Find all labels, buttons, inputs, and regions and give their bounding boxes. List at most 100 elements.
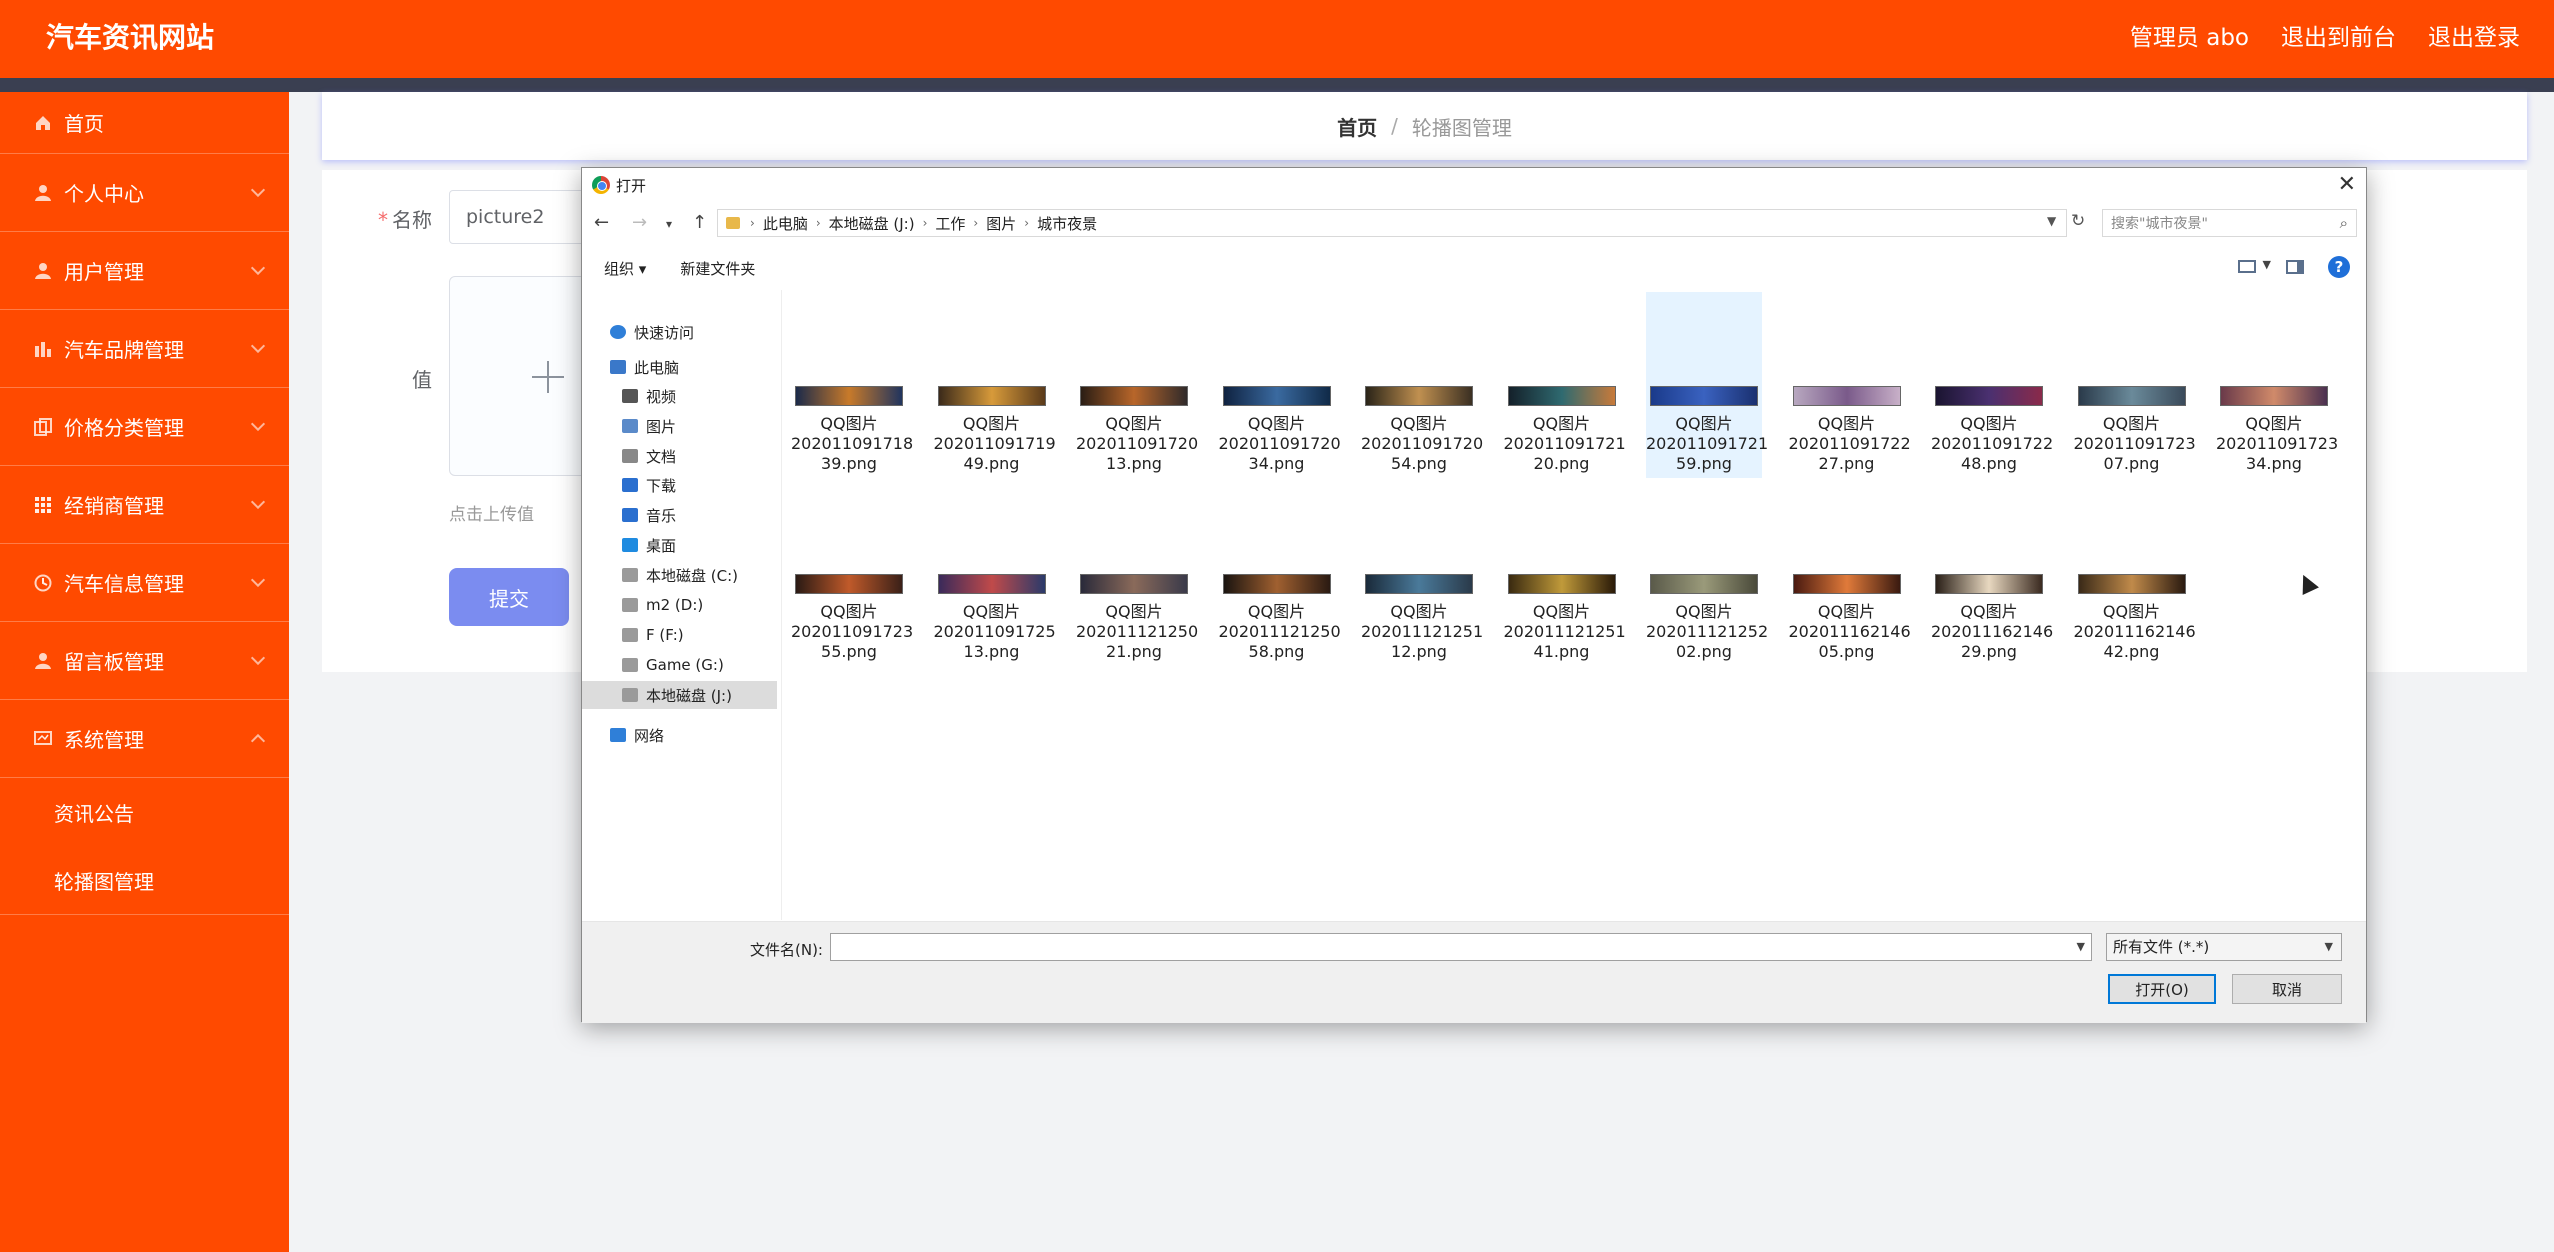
sidebar-item-home[interactable]: 首页 [0,92,289,154]
file-item[interactable]: QQ图片 202011162146 42.png [2074,480,2196,666]
file-name-text: 202011162146 [1788,622,1911,641]
file-thumbnail [1935,386,2043,406]
file-item[interactable]: QQ图片 202011121250 21.png [1076,480,1198,666]
nav-item[interactable]: 文档 [622,442,676,470]
drive-icon [622,658,638,672]
nav-item[interactable]: m2 (D:) [622,591,703,619]
address-crumb[interactable]: 本地磁盘 (J:) [829,213,915,234]
bars-icon [32,338,54,360]
file-item[interactable]: QQ图片 202011162146 05.png [1788,480,1911,666]
file-name-text: 202011091722 [1788,434,1911,453]
sidebar-subitem-news[interactable]: 资讯公告 [0,778,289,846]
chevron-down-icon[interactable]: ▼ [2047,214,2056,228]
file-item[interactable]: QQ图片 202011091721 59.png [1646,292,1768,478]
sidebar-item-car-info[interactable]: 汽车信息管理 [0,544,289,622]
exit-to-frontend-link[interactable]: 退出到前台 [2281,18,2396,58]
close-icon[interactable]: ✕ [2338,172,2356,197]
nav-item[interactable]: 下载 [622,471,676,499]
submit-button[interactable]: 提交 [449,568,569,626]
file-item[interactable]: QQ图片 202011091720 54.png [1361,292,1483,478]
file-item[interactable]: QQ图片 202011091722 27.png [1788,292,1911,478]
nav-item[interactable]: 桌面 [622,531,676,559]
sidebar-item-price-category[interactable]: 价格分类管理 [0,388,289,466]
view-mode-icon[interactable] [2238,260,2256,273]
chevron-down-icon[interactable]: ▼ [2077,940,2085,953]
file-item[interactable]: QQ图片 202011162146 29.png [1931,480,2053,666]
nav-item-label: 下载 [646,476,677,495]
name-input[interactable]: picture2 [449,190,589,244]
help-icon[interactable]: ? [2328,256,2350,278]
back-arrow-icon[interactable]: ← [594,212,609,233]
file-item[interactable]: QQ图片 202011121251 12.png [1361,480,1483,666]
file-item[interactable]: QQ图片 202011091718 39.png [791,292,913,478]
sidebar-item-brand-management[interactable]: 汽车品牌管理 [0,310,289,388]
new-folder-button[interactable]: 新建文件夹 [680,258,755,279]
organize-button[interactable]: 组织 ▾ [604,258,646,279]
file-thumbnail [1080,574,1188,594]
file-name-text: 59.png [1676,454,1732,473]
file-name-text: QQ图片 [1105,414,1163,433]
file-item[interactable]: QQ图片 202011091723 34.png [2216,292,2338,478]
file-item[interactable]: QQ图片 202011091722 48.png [1931,292,2053,478]
top-header: 汽车资讯网站 管理员 abo 退出到前台 退出登录 [0,0,2554,78]
file-item[interactable]: QQ图片 202011121250 58.png [1219,480,1341,666]
address-crumb[interactable]: 城市夜景 [1037,213,1097,234]
search-input[interactable]: 搜索"城市夜景" ⌕ [2102,209,2357,237]
nav-item[interactable]: 图片 [622,412,676,440]
forward-arrow-icon[interactable]: → [632,212,647,233]
file-item[interactable]: QQ图片 202011121251 41.png [1504,480,1626,666]
address-crumb[interactable]: 此电脑 [763,213,808,234]
nav-item[interactable]: F (F:) [622,621,684,649]
breadcrumb-home[interactable]: 首页 [1337,112,1377,141]
file-item[interactable]: QQ图片 202011091723 07.png [2074,292,2196,478]
file-list: QQ图片 202011091718 39.png QQ图片 202011091719 49… [782,290,2362,920]
file-name-text: 27.png [1818,454,1875,473]
address-bar[interactable]: › 此电脑 › 本地磁盘 (J:) › 工作 › 图片 › 城市夜景 [717,209,2067,237]
preview-pane-icon[interactable] [2286,260,2304,274]
nav-item[interactable]: 网络 [610,721,664,749]
nav-item[interactable]: 本地磁盘 (C:) [622,561,738,589]
filename-input[interactable]: ▼ [830,933,2092,961]
nav-item[interactable]: 音乐 [622,501,676,529]
sidebar-item-dealer-management[interactable]: 经销商管理 [0,466,289,544]
cancel-button[interactable]: 取消 [2232,974,2342,1004]
nav-item[interactable]: Game (G:) [622,651,724,679]
sidebar-item-system-management[interactable]: 系统管理 [0,700,289,778]
file-item[interactable]: QQ图片 202011091720 13.png [1076,292,1198,478]
file-thumbnail [1222,574,1331,594]
chevron-down-icon[interactable]: ▼ [2263,258,2271,271]
nav-item[interactable]: 视频 [622,382,676,410]
file-item[interactable]: QQ图片 202011121252 02.png [1646,480,1768,666]
sidebar-item-personal-center[interactable]: 个人中心 [0,154,289,232]
sidebar-item-user-management[interactable]: 用户管理 [0,232,289,310]
sidebar-item-label: 汽车信息管理 [64,572,184,596]
nav-item[interactable]: 本地磁盘 (J:) [582,681,777,709]
sidebar-subitem-carousel[interactable]: 轮播图管理 [0,846,289,914]
file-item[interactable]: QQ图片 202011091720 34.png [1219,292,1341,478]
nav-item[interactable]: 快速访问 [610,318,694,346]
recent-locations-icon[interactable]: ▾ [666,217,672,231]
file-name-text: 202011091721 [1503,434,1626,453]
upload-area[interactable] [449,276,589,476]
nav-item-label: Game (G:) [646,656,724,674]
chrome-icon [592,176,610,194]
up-arrow-icon[interactable]: ↑ [692,212,707,233]
admin-user-link[interactable]: 管理员 abo [2130,18,2249,58]
chevron-down-icon [250,416,266,432]
drive-icon [622,628,638,642]
open-button[interactable]: 打开(O) [2108,974,2216,1004]
refresh-icon[interactable]: ↻ [2071,211,2085,231]
address-row: ← → ▾ ↑ › 此电脑 › 本地磁盘 (J:) › 工作 › 图片 › 城市… [582,208,2366,240]
file-item[interactable]: QQ图片 202011091721 20.png [1503,292,1626,478]
file-item[interactable]: QQ图片 202011091725 13.png [934,480,1056,666]
required-mark: * [378,208,388,232]
sidebar-item-message-board[interactable]: 留言板管理 [0,622,289,700]
address-crumb[interactable]: 工作 [935,213,965,234]
dialog-toolbar: 组织 ▾ 新建文件夹 ▼ ? [582,250,2366,286]
file-item[interactable]: QQ图片 202011091723 55.png [791,480,913,666]
file-item[interactable]: QQ图片 202011091719 49.png [934,292,1056,478]
logout-link[interactable]: 退出登录 [2428,18,2520,58]
nav-item[interactable]: 此电脑 [610,353,679,381]
address-crumb[interactable]: 图片 [986,213,1016,234]
filetype-select[interactable]: 所有文件 (*.*) ▼ [2106,933,2342,961]
